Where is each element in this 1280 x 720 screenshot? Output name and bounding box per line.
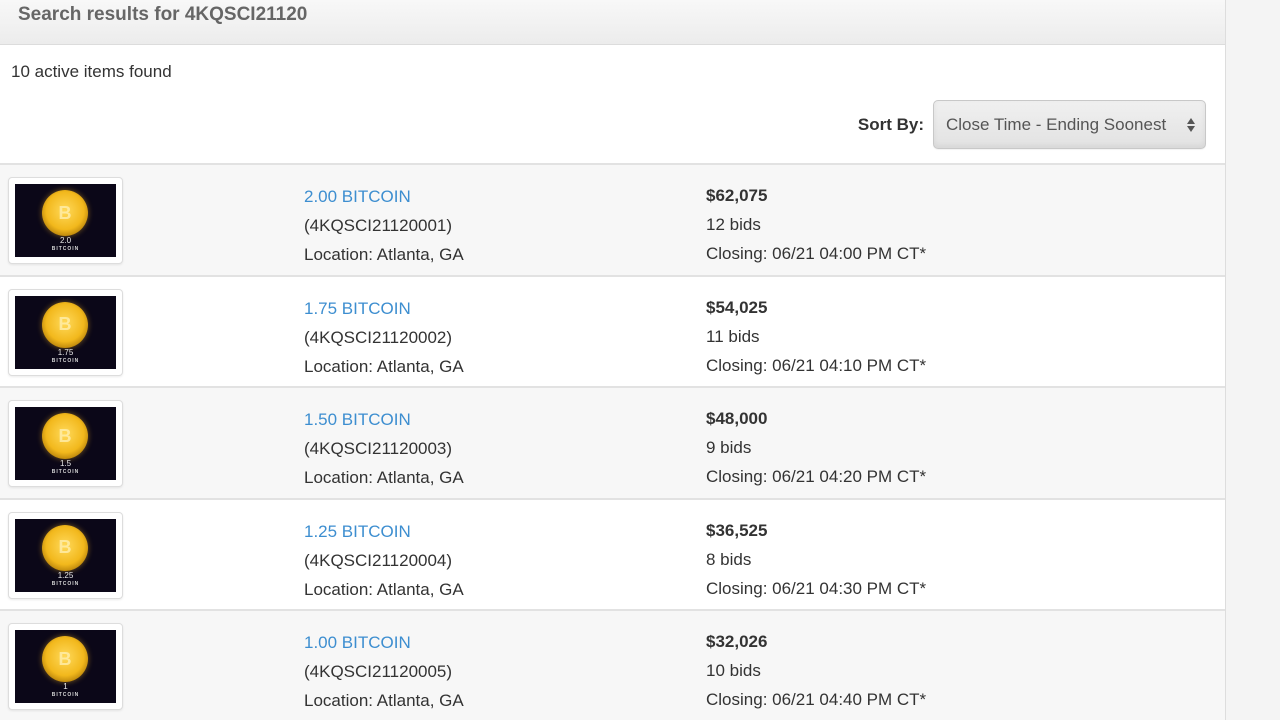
lot-id: (4KQSCI21120005) (304, 662, 453, 681)
bid-count: 10 bids (706, 661, 761, 680)
bid-count: 11 bids (706, 326, 760, 346)
bitcoin-image: B 1.5 BITCOIN (15, 407, 116, 480)
thumb-amount: 1 (63, 682, 68, 691)
bitcoin-image: B 1.75 BITCOIN (15, 295, 116, 369)
item-info: 1.00 BITCOIN (4KQSCI21120005) Location: … (304, 628, 464, 715)
closing-time: Closing: 06/21 04:40 PM CT* (706, 690, 927, 709)
current-price: $54,025 (706, 297, 768, 317)
current-price: $62,075 (706, 186, 768, 205)
item-info: 2.00 BITCOIN (4KQSCI21120001) Location: … (304, 182, 464, 269)
result-row: B 2.0 BITCOIN 2.00 BITCOIN (4KQSCI211200… (0, 165, 1225, 277)
sort-selected-value: Close Time - Ending Soonest (946, 114, 1167, 134)
item-bid-info: $36,525 8 bids Closing: 06/21 04:30 PM C… (706, 516, 926, 603)
current-price: $36,525 (706, 520, 768, 540)
thumb-amount: 2.0 (59, 236, 72, 245)
panel-header: Search results for 4KQSCI21120 (0, 0, 1225, 45)
sort-select[interactable]: Close Time - Ending Soonest (933, 100, 1206, 149)
item-location: Location: Atlanta, GA (304, 468, 464, 487)
bitcoin-coin-icon: B (42, 301, 88, 348)
lot-id: (4KQSCI21120001) (304, 216, 453, 235)
closing-time: Closing: 06/21 04:10 PM CT* (706, 355, 927, 375)
thumb-caption: BITCOIN (51, 357, 80, 364)
select-arrows-icon (1187, 117, 1195, 132)
item-thumbnail[interactable]: B 1 BITCOIN (8, 623, 123, 710)
item-thumbnail[interactable]: B 2.0 BITCOIN (8, 177, 123, 264)
result-row: B 1.25 BITCOIN 1.25 BITCOIN (4KQSCI21120… (0, 500, 1225, 611)
lot-id: (4KQSCI21120002) (304, 327, 453, 347)
lot-id: (4KQSCI21120003) (304, 439, 453, 458)
page-title: Search results for 4KQSCI21120 (18, 4, 308, 25)
current-price: $32,026 (706, 632, 768, 651)
closing-time: Closing: 06/21 04:20 PM CT* (706, 467, 927, 486)
item-thumbnail[interactable]: B 1.75 BITCOIN (8, 288, 123, 376)
sort-control: Sort By: Close Time - Ending Soonest (858, 100, 1206, 149)
sort-label: Sort By: (857, 114, 924, 134)
item-location: Location: Atlanta, GA (304, 356, 464, 376)
thumb-caption: BITCOIN (51, 580, 80, 587)
bid-count: 12 bids (706, 215, 761, 234)
bitcoin-coin-icon: B (42, 190, 88, 236)
bitcoin-coin-icon: B (42, 524, 88, 571)
bid-count: 8 bids (706, 549, 752, 569)
item-thumbnail[interactable]: B 1.25 BITCOIN (8, 511, 123, 599)
bitcoin-image: B 1.25 BITCOIN (15, 518, 116, 592)
item-title-link[interactable]: 1.25 BITCOIN (304, 517, 464, 546)
thumb-amount: 1.75 (57, 347, 74, 357)
search-results-panel: Search results for 4KQSCI21120 10 active… (0, 0, 1226, 720)
thumb-caption: BITCOIN (51, 246, 80, 252)
item-location: Location: Atlanta, GA (304, 245, 464, 264)
item-bid-info: $62,075 12 bids Closing: 06/21 04:00 PM … (706, 181, 926, 268)
item-bid-info: $54,025 11 bids Closing: 06/21 04:10 PM … (706, 293, 926, 380)
item-info: 1.50 BITCOIN (4KQSCI21120003) Location: … (304, 405, 464, 492)
bitcoin-coin-icon: B (42, 413, 88, 459)
thumb-caption: BITCOIN (51, 469, 80, 475)
bitcoin-image: B 1 BITCOIN (15, 630, 116, 703)
item-title-link[interactable]: 1.00 BITCOIN (304, 628, 464, 657)
results-count: 10 active items found (11, 62, 172, 81)
item-thumbnail[interactable]: B 1.5 BITCOIN (8, 400, 123, 487)
item-location: Location: Atlanta, GA (304, 579, 464, 599)
item-bid-info: $32,026 10 bids Closing: 06/21 04:40 PM … (706, 627, 926, 714)
result-row: B 1 BITCOIN 1.00 BITCOIN (4KQSCI21120005… (0, 611, 1225, 720)
item-location: Location: Atlanta, GA (304, 691, 464, 710)
closing-time: Closing: 06/21 04:00 PM CT* (706, 244, 927, 263)
item-title-link[interactable]: 2.00 BITCOIN (304, 182, 464, 211)
thumb-caption: BITCOIN (51, 692, 80, 698)
closing-time: Closing: 06/21 04:30 PM CT* (706, 578, 927, 598)
result-row: B 1.5 BITCOIN 1.50 BITCOIN (4KQSCI211200… (0, 388, 1225, 500)
thumb-amount: 1.5 (59, 459, 72, 468)
item-bid-info: $48,000 9 bids Closing: 06/21 04:20 PM C… (706, 404, 926, 491)
bitcoin-coin-icon: B (42, 636, 88, 682)
current-price: $48,000 (706, 409, 768, 428)
bid-count: 9 bids (706, 438, 752, 457)
item-info: 1.75 BITCOIN (4KQSCI21120002) Location: … (304, 294, 464, 381)
thumb-amount: 1.25 (57, 570, 74, 580)
bitcoin-image: B 2.0 BITCOIN (15, 184, 116, 257)
item-info: 1.25 BITCOIN (4KQSCI21120004) Location: … (304, 517, 464, 604)
item-title-link[interactable]: 1.50 BITCOIN (304, 405, 464, 434)
result-row: B 1.75 BITCOIN 1.75 BITCOIN (4KQSCI21120… (0, 277, 1225, 388)
item-title-link[interactable]: 1.75 BITCOIN (304, 294, 464, 323)
lot-id: (4KQSCI21120004) (304, 550, 453, 570)
results-list: B 2.0 BITCOIN 2.00 BITCOIN (4KQSCI211200… (0, 163, 1225, 720)
